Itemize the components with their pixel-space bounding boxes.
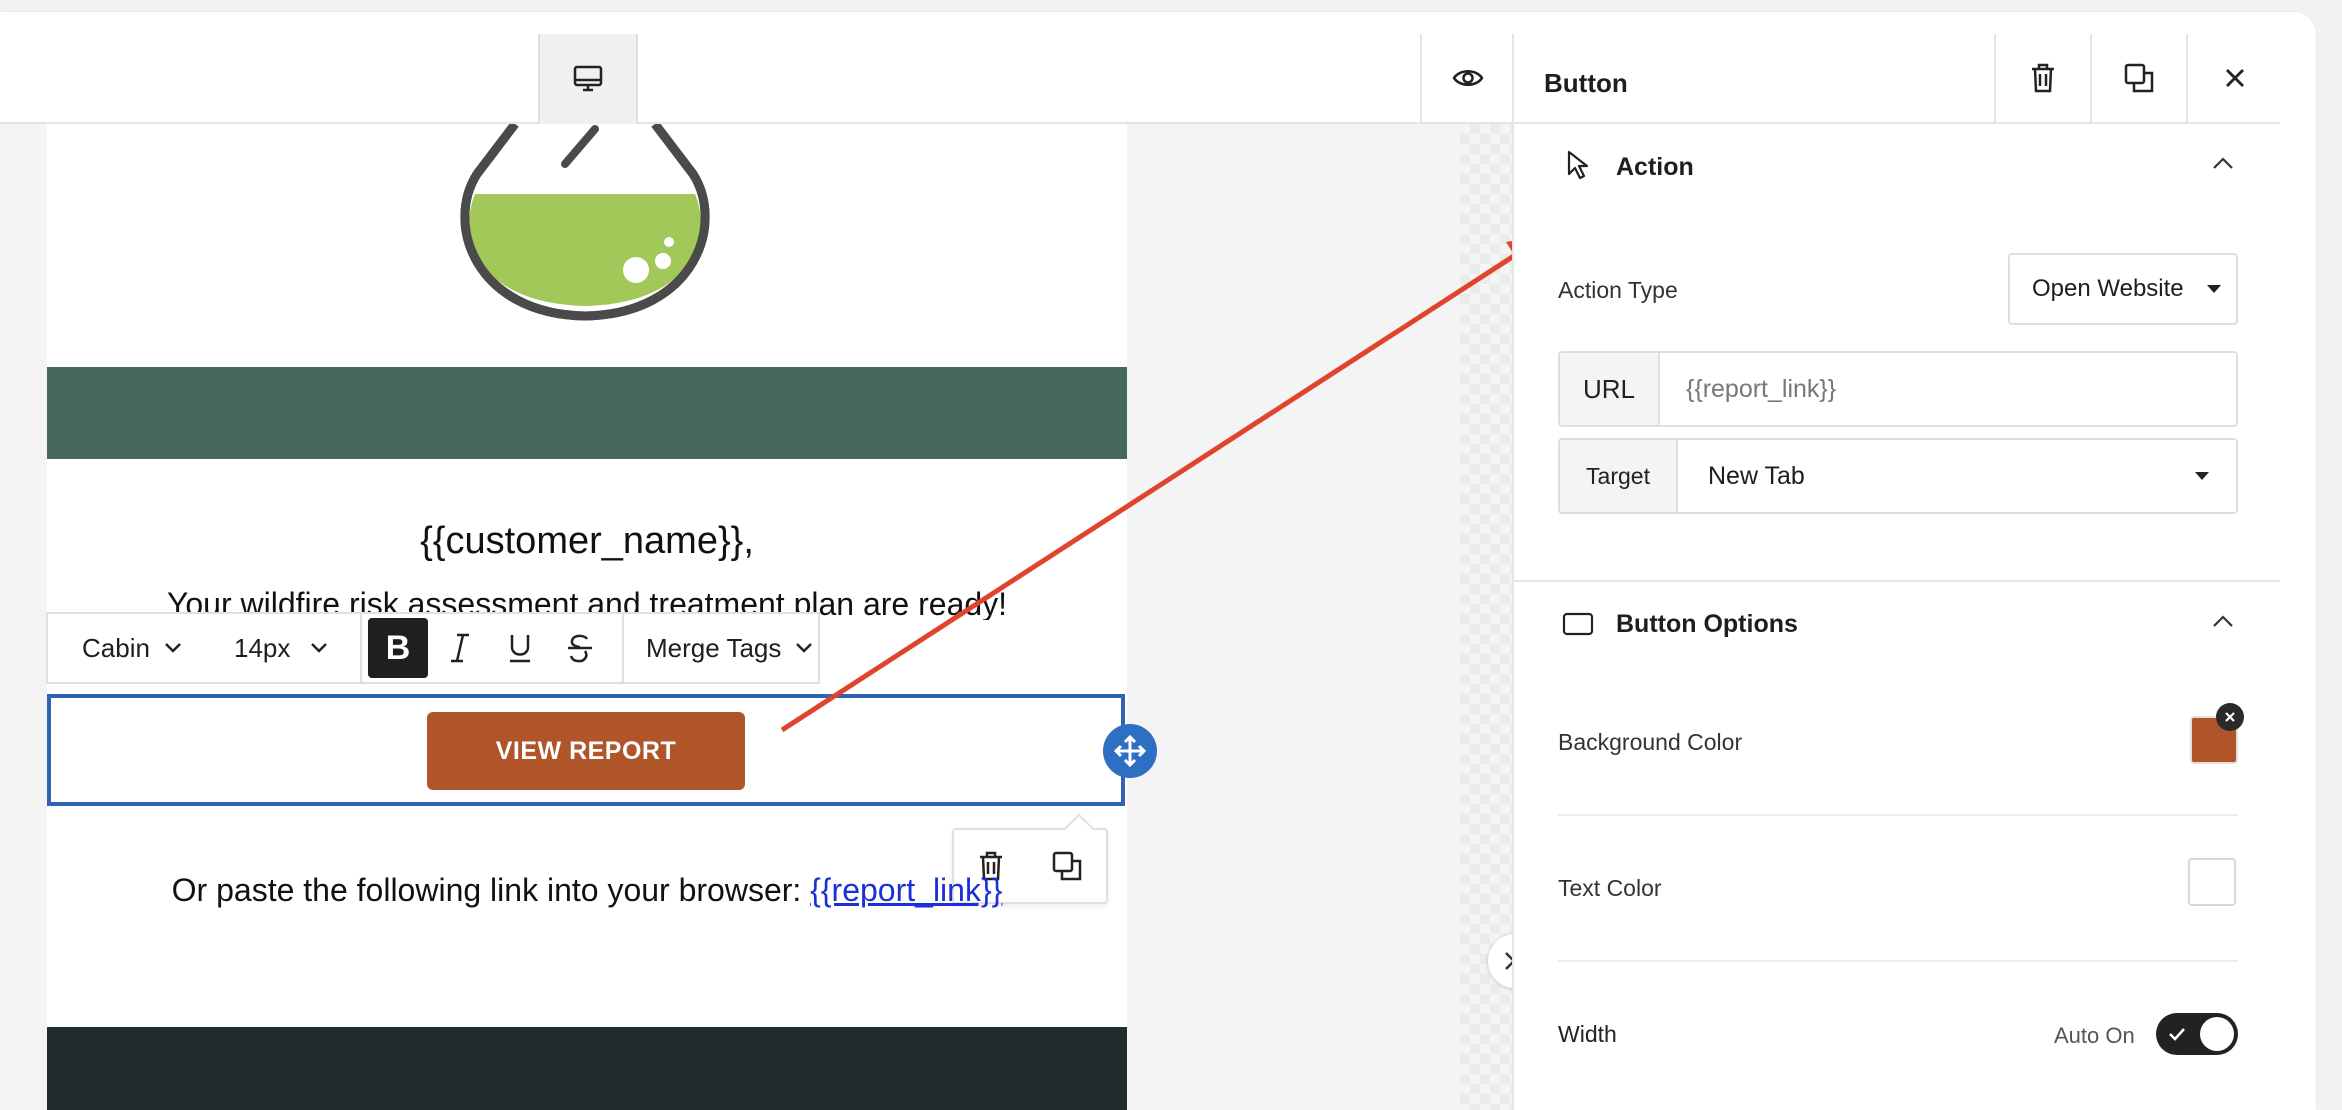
desktop-view-button[interactable]: [538, 34, 638, 124]
trash-icon: [2032, 63, 2054, 93]
view-report-button[interactable]: VIEW REPORT: [427, 712, 745, 790]
url-input[interactable]: [1660, 353, 2236, 425]
action-section-title: Action: [1616, 153, 1694, 181]
annotation-arrow: [780, 236, 1542, 733]
properties-panel: [1512, 34, 2282, 1110]
strikethrough-icon: [568, 634, 592, 663]
font-size-select[interactable]: 14px: [212, 614, 360, 682]
caret-down-icon: [2206, 285, 2221, 293]
action-type-label: Action Type: [1558, 277, 1678, 303]
url-field-group: URL: [1558, 351, 2238, 427]
cursor-icon: [1567, 150, 1589, 180]
duplicate-button[interactable]: [2090, 34, 2186, 122]
panel-title: Button: [1544, 68, 1628, 98]
width-label: Width: [1558, 1021, 1617, 1047]
bold-button[interactable]: B: [368, 618, 428, 678]
eye-icon: [1452, 70, 1484, 86]
target-field-group: Target New Tab: [1558, 438, 2238, 514]
width-toggle-label: Auto On: [2054, 1023, 2135, 1048]
font-family-select[interactable]: Cabin: [48, 614, 212, 682]
chevron-down-icon: [165, 643, 181, 653]
editor-topbar: [0, 34, 1512, 124]
button-options-title: Button Options: [1616, 610, 1798, 638]
preview-button[interactable]: [1420, 34, 1514, 122]
row-divider: [1558, 960, 2238, 962]
paste-link-text[interactable]: Or paste the following link into your br…: [47, 872, 1127, 909]
strikethrough-button[interactable]: [550, 614, 610, 682]
action-type-value: Open Website: [2032, 275, 2184, 302]
close-icon: [2226, 69, 2244, 87]
width-auto-toggle[interactable]: [2156, 1013, 2238, 1055]
footer-band: [47, 1027, 1127, 1110]
merge-tags-label: Merge Tags: [646, 632, 782, 663]
text-color-label: Text Color: [1558, 875, 1662, 901]
clear-color-button[interactable]: [2216, 703, 2244, 731]
close-icon: [2225, 712, 2235, 722]
report-link[interactable]: {{report_link}}: [810, 872, 1002, 908]
text-color-swatch[interactable]: [2188, 858, 2236, 906]
chevron-up-icon[interactable]: [2212, 614, 2234, 628]
section-divider: [1514, 580, 2280, 582]
flask-logo: [460, 124, 710, 321]
underline-icon: [510, 635, 530, 663]
chevron-down-icon: [311, 643, 328, 653]
button-shape-icon: [1562, 612, 1594, 636]
url-label: URL: [1560, 353, 1660, 425]
duplicate-icon: [2124, 63, 2154, 93]
font-size-value: 14px: [234, 632, 291, 663]
italic-icon: [451, 633, 469, 663]
target-label: Target: [1560, 440, 1678, 512]
paste-link-prefix: Or paste the following link into your br…: [171, 872, 811, 908]
action-type-select[interactable]: Open Website: [2008, 253, 2238, 325]
check-icon: [2169, 1028, 2185, 1041]
chevron-up-icon[interactable]: [2212, 156, 2234, 170]
target-select[interactable]: New Tab: [1678, 440, 2236, 512]
background-color-label: Background Color: [1558, 729, 1743, 755]
desktop-icon: [573, 65, 603, 92]
font-family-value: Cabin: [82, 632, 150, 663]
underline-button[interactable]: [490, 614, 550, 682]
close-panel-button[interactable]: [2186, 34, 2282, 122]
target-value: New Tab: [1708, 461, 1805, 490]
italic-button[interactable]: [430, 614, 490, 682]
text-format-toolbar: Cabin 14px B Merge Tags: [46, 612, 820, 684]
delete-button[interactable]: [1994, 34, 2090, 122]
toolbar-divider: [360, 614, 362, 682]
row-divider: [1558, 814, 2238, 816]
toggle-knob: [2200, 1017, 2234, 1051]
caret-down-icon: [2195, 472, 2209, 480]
bold-icon: B: [385, 628, 411, 667]
